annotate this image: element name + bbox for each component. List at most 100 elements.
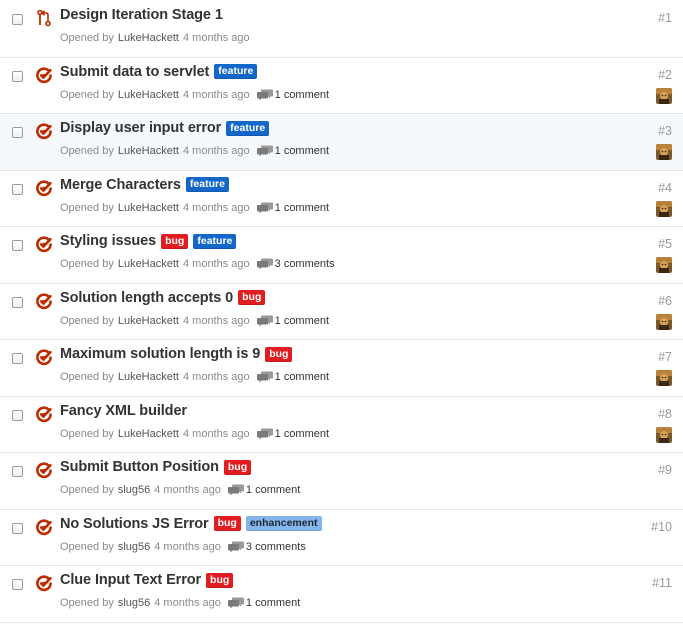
assignee-avatar[interactable] — [656, 200, 672, 217]
author-link[interactable]: slug56 — [118, 484, 150, 496]
issue-closed-icon — [35, 235, 53, 253]
assignee-avatar[interactable] — [656, 257, 672, 273]
author-link[interactable]: slug56 — [118, 597, 150, 609]
issue-title-line: Submit Button Position bug — [60, 459, 252, 475]
issue-title-link[interactable]: Solution length accepts 0 — [60, 290, 233, 306]
issue-title-link[interactable]: Submit data to servlet — [60, 64, 209, 80]
select-checkbox[interactable] — [12, 127, 23, 138]
issue-title-line: Submit data to servlet feature — [60, 64, 258, 80]
issue-row[interactable]: Solution length accepts 0 bug Opened by Luk… — [0, 283, 683, 340]
issue-age: 4 months ago — [182, 314, 250, 327]
select-checkbox[interactable] — [12, 409, 23, 421]
issue-title-link[interactable]: Submit Button Position — [60, 459, 219, 475]
comments-link[interactable]: 1 comment — [256, 145, 329, 157]
label-bug[interactable]: bug — [213, 516, 241, 531]
issue-row[interactable]: Merge Characters feature Opened by LukeHack… — [0, 170, 683, 227]
comments-link[interactable]: 1 comment — [256, 202, 329, 214]
issue-row[interactable]: Clue Input Text Error bug Opened by slug56 4… — [0, 566, 683, 623]
issue-row[interactable]: Submit data to servlet feature Opened by Lu… — [0, 57, 683, 114]
comments-link[interactable]: 1 comment — [227, 597, 300, 609]
issue-row[interactable]: No Solutions JS Error bug enhancement Opene… — [0, 509, 683, 566]
issue-title-link[interactable]: Clue Input Text Error — [60, 572, 201, 588]
label-feature[interactable]: feature — [193, 233, 237, 249]
issue-row[interactable]: Design Iteration Stage 1 Opened by LukeHac… — [0, 1, 683, 58]
author-link[interactable]: slug56 — [118, 541, 150, 553]
author-link[interactable]: LukeHackett — [118, 145, 179, 157]
assignee-avatar[interactable] — [656, 87, 672, 104]
comments-link[interactable]: 3 comments — [256, 258, 335, 270]
select-checkbox[interactable] — [12, 183, 23, 195]
issue-row[interactable]: Fancy XML builder Opened by LukeHackett 4 m… — [0, 396, 683, 453]
comments-link[interactable]: 1 comment — [256, 427, 330, 440]
author-link[interactable]: LukeHackett — [118, 89, 179, 101]
label-feature[interactable]: feature — [214, 64, 258, 79]
issue-closed-icon — [35, 66, 53, 84]
select-checkbox[interactable] — [12, 14, 23, 25]
git-pull-request-icon — [35, 9, 53, 27]
issue-title-line: Display user input error feature — [60, 120, 270, 136]
author-link[interactable]: LukeHackett — [118, 428, 179, 440]
issue-meta: Opened by slug56 4 months ago 1 comment — [60, 484, 300, 496]
issue-title-link[interactable]: No Solutions JS Error — [60, 516, 209, 532]
issue-number: #9 — [658, 463, 672, 477]
label-bug[interactable]: bug — [238, 290, 266, 305]
comments-link[interactable]: 1 comment — [256, 89, 329, 101]
label-bug[interactable]: bug — [265, 346, 293, 362]
select-checkbox[interactable] — [12, 353, 23, 364]
assignee-avatar[interactable] — [656, 313, 672, 330]
author-link[interactable]: LukeHackett — [118, 32, 179, 44]
comment-bubbles-icon — [227, 484, 246, 496]
label-enhancement[interactable]: enhancement — [245, 516, 322, 531]
author-link[interactable]: LukeHackett — [118, 258, 179, 270]
issue-title-line: Solution length accepts 0 bug — [60, 290, 266, 306]
comments-link[interactable]: 1 comment — [227, 484, 300, 496]
issue-age: 4 months ago — [182, 32, 250, 44]
label-feature[interactable]: feature — [226, 120, 270, 136]
assignee-avatar[interactable] — [656, 144, 672, 160]
comment-count: 3 comments — [245, 540, 306, 553]
select-checkbox[interactable] — [12, 296, 23, 308]
select-checkbox[interactable] — [12, 466, 23, 477]
issue-meta: Opened by LukeHackett 4 months ago 1 commen… — [60, 145, 329, 157]
issue-title-link[interactable]: Fancy XML builder — [60, 403, 187, 419]
assignee-avatar[interactable] — [656, 370, 672, 386]
author-link[interactable]: LukeHackett — [118, 202, 179, 214]
issue-number: #1 — [658, 11, 672, 25]
issue-title-link[interactable]: Styling issues — [60, 233, 156, 249]
comment-count: 1 comment — [274, 427, 330, 440]
issue-title-link[interactable]: Merge Characters — [60, 177, 181, 193]
issue-closed-icon — [35, 179, 53, 197]
issue-age: 4 months ago — [154, 484, 221, 496]
opened-by-text: Opened by — [60, 145, 114, 157]
issue-title-link[interactable]: Design Iteration Stage 1 — [60, 7, 223, 23]
comments-link[interactable]: 3 comments — [227, 540, 306, 553]
issue-closed-icon — [35, 461, 53, 479]
opened-by-text: Opened by — [60, 540, 114, 553]
label-bug[interactable]: bug — [161, 233, 189, 249]
opened-by-text: Opened by — [60, 258, 114, 270]
issue-number: #8 — [658, 406, 672, 421]
author-link[interactable]: LukeHackett — [118, 315, 179, 327]
label-bug[interactable]: bug — [206, 572, 234, 588]
label-bug[interactable]: bug — [223, 459, 252, 475]
select-checkbox[interactable] — [12, 522, 23, 534]
issue-list: Design Iteration Stage 1 Opened by LukeHac… — [0, 0, 683, 623]
issue-row[interactable]: Styling issues bug feature Opened by LukeHac… — [0, 227, 683, 284]
select-checkbox[interactable] — [12, 70, 23, 82]
assignee-avatar[interactable] — [656, 426, 672, 443]
label-feature[interactable]: feature — [185, 177, 229, 192]
comments-link[interactable]: 1 comment — [256, 315, 329, 327]
issue-row[interactable]: Submit Button Position bug Opened by slug56… — [0, 453, 683, 510]
issue-closed-icon — [35, 348, 53, 366]
select-checkbox[interactable] — [12, 240, 23, 251]
comments-link[interactable]: 1 comment — [256, 371, 329, 383]
author-link[interactable]: LukeHackett — [118, 371, 179, 383]
issue-row[interactable]: Maximum solution length is 9 bug Opened by… — [0, 340, 683, 397]
issue-title-link[interactable]: Maximum solution length is 9 — [60, 346, 260, 362]
select-checkbox[interactable] — [12, 579, 23, 590]
issue-row[interactable]: Display user input error feature Opened by… — [0, 114, 683, 171]
issue-title-link[interactable]: Display user input error — [60, 120, 221, 136]
issue-title-line: Fancy XML builder — [60, 403, 187, 419]
issue-number: #7 — [658, 350, 672, 364]
issue-age: 4 months ago — [182, 371, 250, 383]
